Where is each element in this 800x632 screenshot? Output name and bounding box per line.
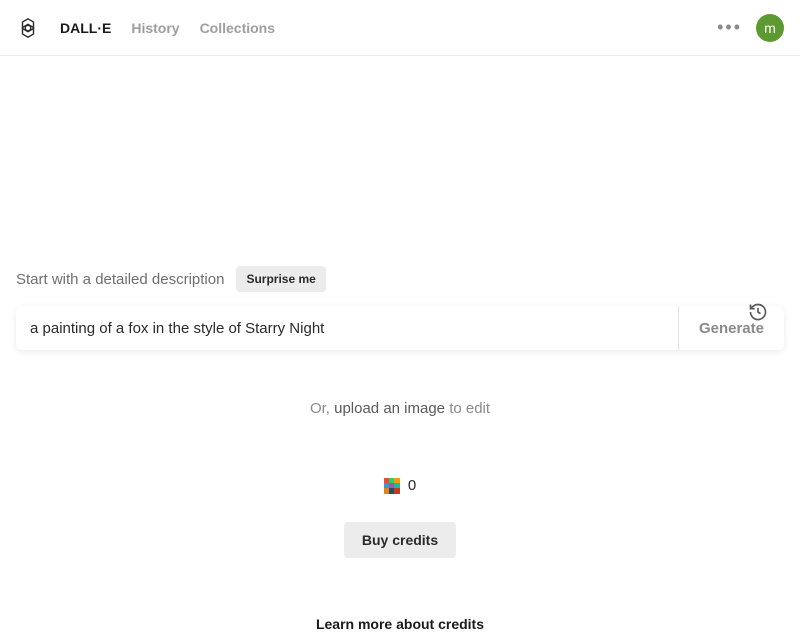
prompt-input-row: Generate [16, 306, 784, 350]
nav-history[interactable]: History [131, 20, 179, 36]
avatar[interactable]: m [756, 14, 784, 42]
header-left: DALL·E History Collections [16, 16, 275, 40]
prompt-section: Start with a detailed description Surpri… [16, 266, 784, 350]
upload-prefix: Or, [310, 400, 334, 417]
openai-logo-icon[interactable] [16, 16, 40, 40]
upload-image-link[interactable]: upload an image [334, 400, 445, 417]
prompt-header: Start with a detailed description Surpri… [16, 266, 784, 292]
learn-more-link[interactable]: Learn more about credits [16, 616, 784, 632]
nav-collections[interactable]: Collections [200, 20, 275, 36]
header: DALL·E History Collections ••• m [0, 0, 800, 56]
prompt-label: Start with a detailed description [16, 271, 224, 288]
header-right: ••• m [717, 14, 784, 42]
recent-history-icon[interactable] [748, 302, 768, 327]
upload-suffix: to edit [445, 400, 490, 417]
main-content: Start with a detailed description Surpri… [0, 266, 800, 632]
buy-credits-button[interactable]: Buy credits [344, 522, 456, 558]
credits-count: 0 [408, 477, 416, 494]
credits-row: 0 [16, 477, 784, 494]
nav-dalle[interactable]: DALL·E [60, 20, 111, 36]
surprise-me-button[interactable]: Surprise me [236, 266, 325, 292]
credits-section: 0 Buy credits [16, 477, 784, 558]
prompt-input[interactable] [16, 306, 678, 350]
generate-button[interactable]: Generate [678, 306, 784, 350]
upload-section: Or, upload an image to edit [16, 400, 784, 417]
credits-icon [384, 478, 400, 494]
more-icon[interactable]: ••• [717, 17, 742, 38]
